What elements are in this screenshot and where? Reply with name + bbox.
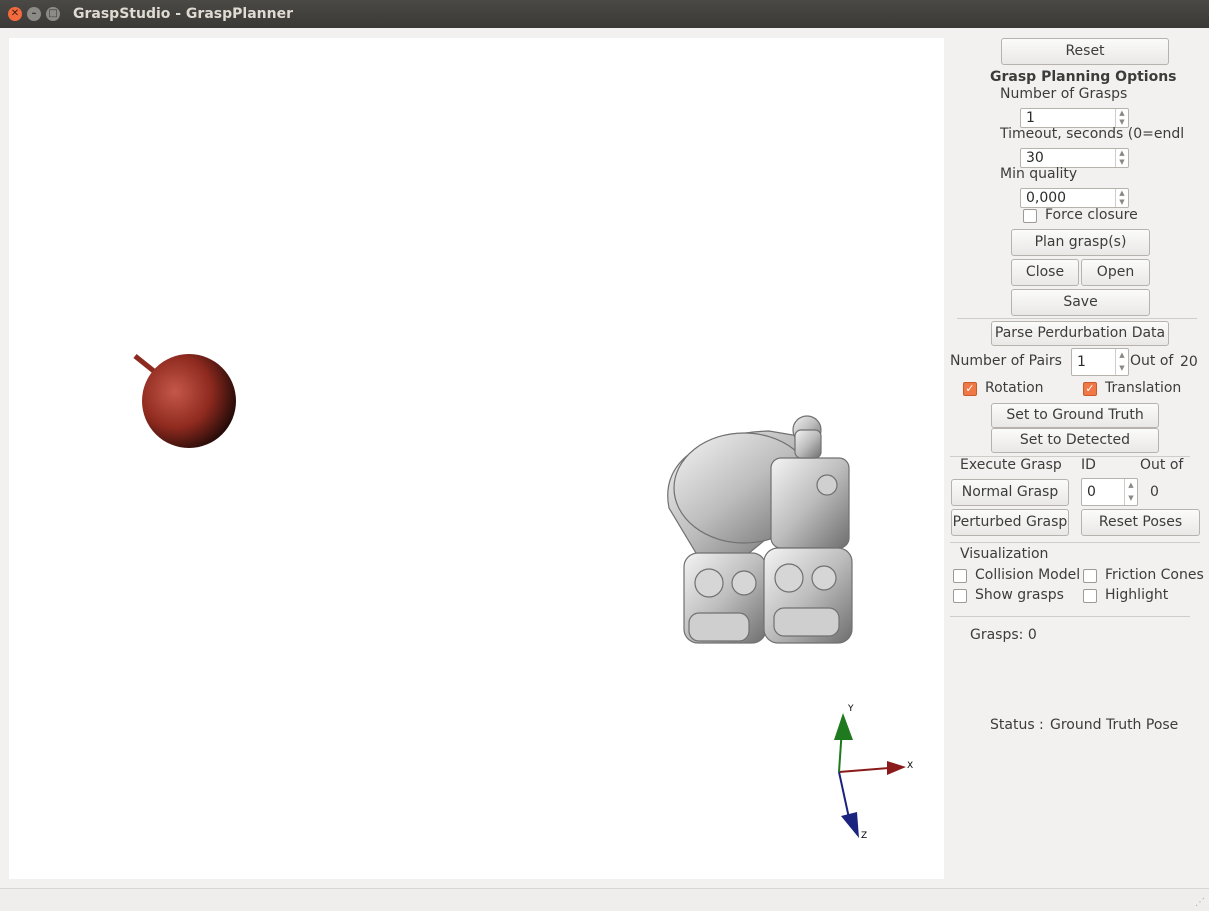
plan-grasps-button[interactable]: Plan grasp(s): [1011, 229, 1150, 256]
checkmark-icon: ✓: [965, 382, 975, 395]
pairs-out-of-label: Out of: [1130, 353, 1174, 369]
spin-arrows-icon[interactable]: ▲ ▼: [1115, 149, 1128, 167]
translation-label: Translation: [1105, 380, 1182, 396]
collision-model-label: Collision Model: [975, 567, 1081, 583]
save-button[interactable]: Save: [1011, 289, 1150, 316]
rotation-checkbox[interactable]: ✓: [963, 382, 977, 396]
open-hand-button[interactable]: Open: [1081, 259, 1150, 286]
axis-z-label: Z: [861, 831, 867, 841]
min-quality-spinbox[interactable]: 0,000 ▲ ▼: [1020, 188, 1129, 208]
parse-perturbation-data-button[interactable]: Parse Perdurbation Data: [991, 321, 1169, 346]
window-maximize-button[interactable]: □: [46, 7, 60, 21]
force-closure-checkbox[interactable]: [1023, 209, 1037, 223]
number-of-grasps-value: 1: [1026, 110, 1035, 126]
execute-out-of-label: Out of: [1140, 457, 1184, 473]
rotation-label: Rotation: [985, 380, 1044, 396]
number-of-grasps-spinbox[interactable]: 1 ▲ ▼: [1020, 108, 1129, 128]
friction-cones-checkbox[interactable]: [1083, 569, 1097, 583]
force-closure-label: Force closure: [1045, 207, 1138, 223]
highlight-checkbox[interactable]: [1083, 589, 1097, 603]
spin-arrows-icon[interactable]: ▲ ▼: [1115, 189, 1128, 207]
separator: [957, 318, 1197, 319]
spin-arrows-icon[interactable]: ▲ ▼: [1115, 349, 1128, 375]
grasp-id-value: 0: [1087, 484, 1096, 500]
number-of-pairs-label: Number of Pairs: [950, 353, 1062, 369]
visualization-title: Visualization: [960, 546, 1049, 562]
friction-cones-label: Friction Cones: [1105, 567, 1204, 583]
status-value: Ground Truth Pose: [1050, 717, 1179, 733]
window-titlebar: ✕ – □ GraspStudio - GraspPlanner: [0, 0, 1209, 28]
number-of-pairs-value: 1: [1077, 354, 1086, 370]
close-hand-button[interactable]: Close: [1011, 259, 1079, 286]
number-of-grasps-label: Number of Grasps: [1000, 86, 1128, 102]
highlight-label: Highlight: [1105, 587, 1169, 603]
set-detected-button[interactable]: Set to Detected: [991, 428, 1159, 453]
reset-button[interactable]: Reset: [1001, 38, 1169, 65]
perturbed-grasp-button[interactable]: Perturbed Grasp: [951, 509, 1069, 536]
reset-poses-button[interactable]: Reset Poses: [1081, 509, 1200, 536]
grasp-id-label: ID: [1081, 457, 1096, 473]
spin-arrows-icon[interactable]: ▲ ▼: [1124, 479, 1137, 505]
3d-viewer[interactable]: X Y Z: [9, 38, 944, 879]
spin-arrows-icon[interactable]: ▲ ▼: [1115, 109, 1128, 127]
resize-grip-icon[interactable]: ⋰: [1195, 897, 1205, 908]
translation-checkbox[interactable]: ✓: [1083, 382, 1097, 396]
timeout-spinbox[interactable]: 30 ▲ ▼: [1020, 148, 1129, 168]
normal-grasp-button[interactable]: Normal Grasp: [951, 479, 1069, 506]
target-object-sphere: [133, 354, 236, 448]
show-grasps-checkbox[interactable]: [953, 589, 967, 603]
collision-model-checkbox[interactable]: [953, 569, 967, 583]
grasps-count-text: Grasps: 0: [970, 627, 1037, 643]
window-minimize-button[interactable]: –: [27, 7, 41, 21]
axis-y-label: Y: [847, 704, 854, 714]
checkmark-icon: ✓: [1085, 382, 1095, 395]
window-title: GraspStudio - GraspPlanner: [73, 6, 293, 22]
timeout-label: Timeout, seconds (0=endl: [1000, 126, 1185, 142]
set-ground-truth-button[interactable]: Set to Ground Truth: [991, 403, 1159, 428]
axis-x-label: X: [907, 761, 913, 771]
min-quality-label: Min quality: [1000, 166, 1078, 182]
axis-gizmo: X Y Z: [834, 704, 913, 841]
timeout-value: 30: [1026, 150, 1044, 166]
show-grasps-label: Show grasps: [975, 587, 1064, 603]
grasp-planning-options-title: Grasp Planning Options: [990, 69, 1177, 85]
min-quality-value: 0,000: [1026, 190, 1067, 206]
pairs-out-of-value: 20: [1180, 354, 1198, 370]
robot-hand-model: [667, 415, 853, 644]
window-close-button[interactable]: ✕: [8, 7, 22, 21]
separator: [950, 616, 1190, 617]
execute-grasp-label: Execute Grasp: [960, 457, 1062, 473]
grasp-id-spinbox[interactable]: 0 ▲ ▼: [1081, 478, 1138, 506]
separator: [950, 542, 1200, 543]
execute-out-of-value: 0: [1150, 484, 1159, 500]
status-bar: ⋰: [0, 888, 1209, 911]
status-label: Status :: [990, 717, 1044, 733]
number-of-pairs-spinbox[interactable]: 1 ▲ ▼: [1071, 348, 1129, 376]
